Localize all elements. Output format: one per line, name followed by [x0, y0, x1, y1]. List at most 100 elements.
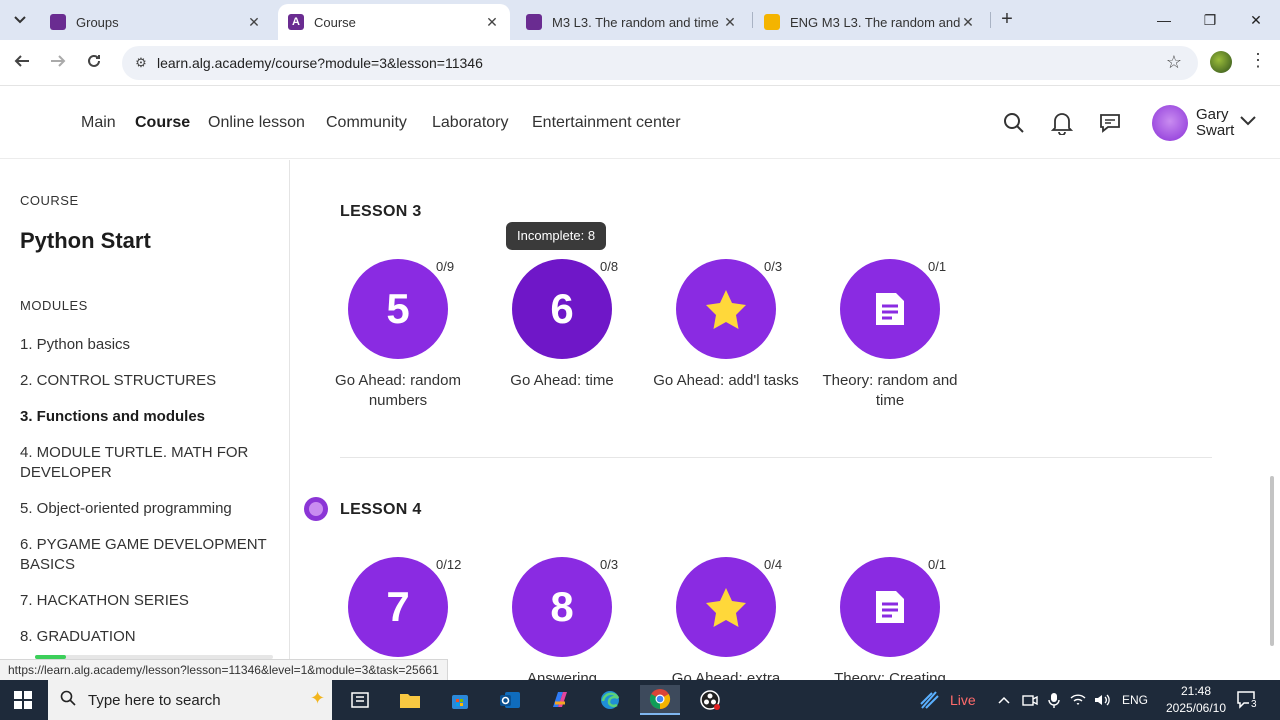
- task-circle[interactable]: 8: [512, 557, 612, 657]
- module-item-2[interactable]: 2. CONTROL STRUCTURES: [20, 371, 275, 391]
- task-label[interactable]: Go Ahead: random numbers: [316, 371, 480, 411]
- nav-laboratory[interactable]: Laboratory: [432, 114, 509, 132]
- task-label[interactable]: Go Ahead: add'l tasks: [644, 371, 808, 391]
- module-item-3[interactable]: 3. Functions and modules: [20, 407, 275, 427]
- tab-title: Groups: [76, 14, 119, 30]
- taskbar-search[interactable]: Type here to search ✦: [48, 680, 332, 720]
- tab-close-icon[interactable]: ✕: [960, 14, 976, 31]
- nav-entertainment-center[interactable]: Entertainment center: [532, 114, 681, 132]
- volume-icon[interactable]: [1094, 680, 1110, 720]
- search-icon: [60, 690, 76, 711]
- notification-center-button[interactable]: 3: [1236, 690, 1259, 710]
- tab-favicon-icon: [764, 14, 780, 30]
- bell-icon: [1051, 113, 1073, 135]
- nav-course[interactable]: Course: [135, 114, 190, 132]
- task-circle[interactable]: 5: [348, 259, 448, 359]
- task-count: 0/8: [600, 259, 619, 274]
- microphone-icon[interactable]: [1048, 680, 1060, 720]
- task-view-icon[interactable]: [340, 685, 380, 715]
- incomplete-tooltip: Incomplete: 8: [506, 222, 607, 250]
- new-tab-button[interactable]: +: [996, 8, 1018, 32]
- task-circle[interactable]: [840, 259, 940, 359]
- back-button[interactable]: [8, 49, 36, 77]
- outlook-icon[interactable]: [490, 685, 530, 715]
- tab-groups[interactable]: Groups ✕: [40, 4, 272, 40]
- task-label[interactable]: Theory: random and time: [808, 371, 972, 411]
- search-highlight-icon: ✦: [310, 688, 326, 708]
- browser-profile-avatar[interactable]: [1210, 51, 1232, 73]
- course-title: Python Start: [20, 228, 151, 253]
- nav-online-lesson[interactable]: Online lesson: [208, 114, 305, 132]
- edge-icon[interactable]: [590, 685, 630, 715]
- omnibox[interactable]: ⚙ learn.alg.academy/course?module=3&less…: [122, 46, 1198, 80]
- task-circle[interactable]: 6: [512, 259, 612, 359]
- nav-main[interactable]: Main: [81, 114, 116, 132]
- language-indicator[interactable]: ENG: [1122, 680, 1148, 720]
- close-window-button[interactable]: ✕: [1236, 6, 1276, 34]
- search-button[interactable]: [996, 105, 1032, 141]
- tab-title: M3 L3. The random and time m: [552, 14, 722, 30]
- tab-separator: [752, 12, 753, 28]
- module-item-4[interactable]: 4. MODULE TURTLE. MATH FOR DEVELOPER: [20, 443, 275, 483]
- chevron-down-icon: [14, 16, 26, 24]
- task-count: 0/3: [764, 259, 783, 274]
- messages-button[interactable]: [1092, 105, 1128, 141]
- tab-lesson-doc[interactable]: M3 L3. The random and time m ✕: [516, 4, 748, 40]
- windows-taskbar: Type here to search ✦ Live ENG 21:48 202…: [0, 680, 1280, 720]
- store-icon[interactable]: [440, 685, 480, 715]
- nav-community[interactable]: Community: [326, 114, 407, 132]
- start-button[interactable]: [14, 691, 32, 709]
- chat-icon: [1100, 114, 1120, 133]
- module-item-5[interactable]: 5. Object-oriented programming: [20, 499, 275, 519]
- taskbar-clock[interactable]: 21:48 2025/06/10: [1156, 683, 1236, 717]
- tab-favicon-icon: [50, 14, 66, 30]
- url-text[interactable]: learn.alg.academy/course?module=3&lesson…: [157, 55, 483, 71]
- user-menu-toggle[interactable]: [1240, 113, 1256, 131]
- file-explorer-icon[interactable]: [390, 685, 430, 715]
- clock-time: 21:48: [1180, 684, 1212, 698]
- chevron-down-icon: [1240, 116, 1256, 126]
- module-item-7[interactable]: 7. HACKATHON SERIES: [20, 591, 275, 611]
- module-item-6[interactable]: 6. PYGAME GAME DEVELOPMENT BASICS: [20, 535, 275, 575]
- user-name[interactable]: Gary Swart: [1196, 107, 1240, 139]
- chrome-icon[interactable]: [640, 685, 680, 715]
- meet-now-icon[interactable]: [1022, 680, 1038, 720]
- task-count: 0/3: [600, 557, 619, 572]
- tab-favicon-icon: A: [288, 14, 304, 30]
- module-item-1[interactable]: 1. Python basics: [20, 335, 275, 355]
- notifications-button[interactable]: [1044, 105, 1080, 141]
- task-circle[interactable]: [840, 557, 940, 657]
- module-item-8[interactable]: 8. GRADUATION: [20, 627, 275, 647]
- network-icon[interactable]: [1070, 680, 1086, 720]
- task-circle[interactable]: 7: [348, 557, 448, 657]
- tab-search-button[interactable]: [8, 8, 32, 32]
- course-sidebar: COURSE Python Start MODULES 1. Python ba…: [0, 160, 290, 680]
- site-settings-icon[interactable]: ⚙: [132, 54, 150, 72]
- reload-button[interactable]: [80, 49, 108, 77]
- task-circle[interactable]: [676, 557, 776, 657]
- tab-course[interactable]: A Course ✕: [278, 4, 510, 40]
- tab-slides[interactable]: ENG M3 L3. The random and ti ✕: [754, 4, 986, 40]
- tab-close-icon[interactable]: ✕: [246, 14, 262, 31]
- tab-close-icon[interactable]: ✕: [484, 14, 500, 31]
- bookmark-star-icon[interactable]: ☆: [1166, 52, 1182, 73]
- task-label[interactable]: Go Ahead: time: [480, 371, 644, 391]
- copilot-icon[interactable]: [540, 685, 580, 715]
- search-icon: [1004, 113, 1024, 133]
- tray-chevron-up-icon[interactable]: [998, 680, 1010, 720]
- browser-menu-icon[interactable]: ⋮: [1248, 50, 1268, 74]
- tab-favicon-icon: [526, 14, 542, 30]
- minimize-button[interactable]: —: [1144, 6, 1184, 34]
- lesson-4-title: LESSON 4: [340, 501, 422, 518]
- user-avatar[interactable]: [1152, 105, 1188, 141]
- page-scrollbar[interactable]: [1270, 476, 1274, 646]
- tab-title: ENG M3 L3. The random and ti: [790, 14, 960, 30]
- cricket-icon: [920, 691, 939, 709]
- task-circle[interactable]: [676, 259, 776, 359]
- obs-icon[interactable]: [690, 685, 730, 715]
- forward-button[interactable]: [44, 49, 72, 77]
- taskbar-search-placeholder: Type here to search: [88, 692, 221, 709]
- cricket-live-widget[interactable]: Live: [918, 680, 976, 720]
- tab-close-icon[interactable]: ✕: [722, 14, 738, 31]
- restore-button[interactable]: ❐: [1190, 6, 1230, 34]
